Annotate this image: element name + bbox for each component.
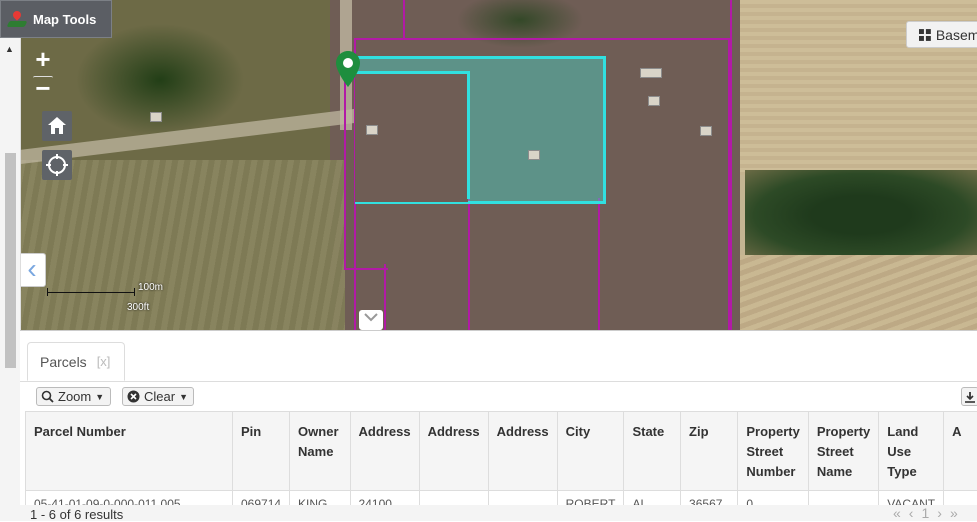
house-structure <box>366 125 378 135</box>
zoom-label: Zoom <box>58 389 92 404</box>
vertical-scrollbar[interactable]: ▲ <box>0 38 21 521</box>
crosshair-icon <box>46 154 68 176</box>
clear-label: Clear <box>144 389 176 404</box>
chevron-down-icon <box>364 313 378 322</box>
pager-last-button[interactable]: » <box>950 505 958 521</box>
home-icon <box>48 117 66 134</box>
column-header[interactable]: Address <box>350 412 420 491</box>
house-structure <box>640 68 662 78</box>
download-button[interactable] <box>961 387 977 406</box>
column-header[interactable]: Land Use Type <box>878 412 945 491</box>
pager-first-button[interactable]: « <box>893 505 901 521</box>
pager-prev-button[interactable]: ‹ <box>909 505 914 521</box>
column-header[interactable]: Address <box>488 412 558 491</box>
column-header[interactable]: Property Street Number <box>737 412 809 491</box>
column-header[interactable]: Parcel Number <box>26 412 233 491</box>
selected-parcel-edge <box>355 71 470 74</box>
basemap-button[interactable]: Basemap <box>906 21 977 48</box>
results-footer <box>0 505 977 521</box>
table-header-row: Parcel Number Pin Owner Name Address Address… <box>26 412 977 491</box>
results-table: Parcel Number Pin Owner Name Address Address… <box>26 412 977 512</box>
locate-button[interactable] <box>42 150 72 180</box>
basemap-label: Basemap <box>935 26 977 43</box>
scale-metric-label: 100m <box>138 282 164 293</box>
download-icon <box>965 391 975 403</box>
map-tree-area <box>745 170 977 260</box>
parcel-boundary[interactable] <box>403 0 732 40</box>
chevron-left-icon: ‹ <box>27 253 37 284</box>
tab-bar: Parcels [x] <box>20 331 977 382</box>
pager-page-number[interactable]: 1 <box>921 505 929 521</box>
map-field-area <box>740 255 977 330</box>
map-view[interactable]: 100m 300ft <box>0 0 977 330</box>
tab-close-button[interactable]: [x] <box>97 354 111 369</box>
house-structure <box>528 150 540 160</box>
results-toolbar: Zoom ▼ Clear ▼ <box>20 382 977 411</box>
location-marker-icon[interactable] <box>336 51 360 87</box>
grid-icon <box>919 28 931 41</box>
column-header[interactable]: State <box>623 412 682 491</box>
column-header[interactable]: A <box>943 412 977 491</box>
result-count: 1 - 6 of 6 results <box>30 507 124 522</box>
column-header[interactable]: Pin <box>232 412 291 491</box>
map-pin-icon <box>6 9 28 29</box>
pager: « ‹ 1 › » <box>893 505 958 521</box>
tab-parcels-label: Parcels <box>40 353 87 370</box>
selected-parcel-edge <box>467 71 470 199</box>
zoom-in-button[interactable]: + <box>33 46 53 72</box>
parcel-boundary[interactable] <box>384 264 387 330</box>
map-tools-label: Map Tools <box>33 11 97 27</box>
house-structure <box>700 126 712 136</box>
parcel-boundary[interactable] <box>598 198 601 330</box>
parcel-boundary[interactable] <box>728 38 731 330</box>
collapse-panel-button[interactable] <box>359 310 383 330</box>
caret-down-icon: ▼ <box>95 391 105 402</box>
parcel-cutout <box>355 74 468 202</box>
scale-imperial-label: 300ft <box>127 302 150 313</box>
column-header[interactable]: Owner Name <box>289 412 351 491</box>
tab-parcels[interactable]: Parcels [x] <box>27 342 125 381</box>
results-panel: Parcels [x] Zoom ▼ Clear ▼ Parcel Number… <box>20 330 977 522</box>
magnifier-icon <box>41 390 54 403</box>
collapse-left-button[interactable]: ‹ <box>18 253 46 287</box>
scrollbar-thumb[interactable] <box>5 153 16 368</box>
column-header[interactable]: Address <box>419 412 489 491</box>
column-header[interactable]: Property Street Name <box>808 412 880 491</box>
column-header[interactable]: Zip <box>680 412 739 491</box>
zoom-dropdown-button[interactable]: Zoom ▼ <box>36 387 111 406</box>
house-structure <box>150 112 162 122</box>
parcel-boundary[interactable] <box>468 198 471 330</box>
pager-next-button[interactable]: › <box>937 505 942 521</box>
scale-bar: 100m 300ft <box>45 280 185 320</box>
column-header[interactable]: City <box>557 412 625 491</box>
results-grid: Parcel Number Pin Owner Name Address Address… <box>25 411 977 513</box>
home-button[interactable] <box>42 111 72 141</box>
scroll-up-arrow-icon[interactable]: ▲ <box>5 44 14 54</box>
zoom-out-button[interactable]: − <box>33 75 53 103</box>
clear-dropdown-button[interactable]: Clear ▼ <box>122 387 194 406</box>
close-circle-icon <box>127 390 140 403</box>
house-structure <box>648 96 660 106</box>
map-tools-button[interactable]: Map Tools <box>0 0 112 38</box>
caret-down-icon: ▼ <box>179 391 188 402</box>
